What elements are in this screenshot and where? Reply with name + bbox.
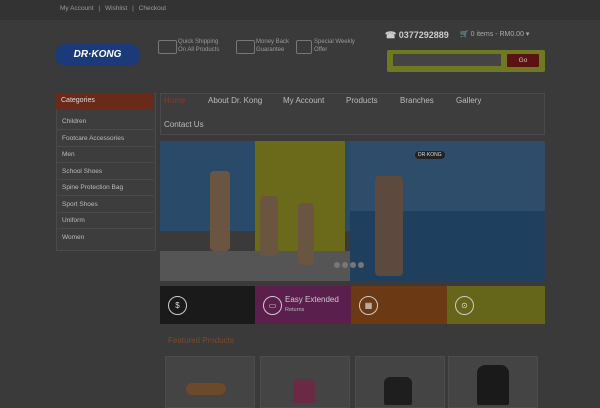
- calendar-icon: ▦: [359, 296, 378, 315]
- tile-subtitle: Returns: [285, 307, 305, 313]
- wishlist-link[interactable]: Wishlist: [105, 5, 127, 12]
- search-input[interactable]: [393, 54, 501, 66]
- nav-home[interactable]: Home: [164, 96, 185, 105]
- product-card-pink-bag[interactable]: [260, 356, 350, 408]
- slider-dot[interactable]: [350, 262, 356, 268]
- category-men[interactable]: Men: [56, 147, 154, 163]
- nav-products[interactable]: Products: [346, 96, 378, 105]
- nav-about[interactable]: About Dr. Kong: [208, 96, 262, 105]
- support-icon: ⊙: [455, 296, 474, 315]
- cart-summary[interactable]: 🛒 0 items - RM0.00 ▾: [460, 30, 529, 38]
- promo-tile-support[interactable]: ⊙: [447, 286, 545, 324]
- category-sport-shoes[interactable]: Sport Shoes: [56, 197, 154, 213]
- nav-branches[interactable]: Branches: [400, 96, 434, 105]
- categories-heading: Categories: [56, 93, 154, 109]
- money-icon: [236, 40, 255, 54]
- nav-my-account[interactable]: My Account: [283, 96, 324, 105]
- product-image: [186, 383, 226, 395]
- banner-woman-figure: [375, 176, 403, 276]
- gift-icon: [296, 40, 312, 54]
- product-image: [384, 377, 412, 405]
- site-logo[interactable]: DR·KONG: [55, 44, 140, 66]
- nav-contact-us[interactable]: Contact Us: [164, 120, 204, 129]
- slider-dot[interactable]: [358, 262, 364, 268]
- slider-dot[interactable]: [342, 262, 348, 268]
- feature-shipping-text: Quick Shipping On All Products: [178, 39, 220, 53]
- cart-text: 0 items - RM0.00: [470, 31, 524, 38]
- dollar-icon: $: [168, 296, 187, 315]
- phone-text: 0377292889: [398, 30, 449, 40]
- category-children[interactable]: Children: [56, 114, 154, 130]
- return-icon: ▭: [263, 296, 282, 315]
- product-image: [293, 379, 315, 403]
- banner-child-figure: [210, 171, 230, 251]
- banner-child-figure: [260, 196, 278, 256]
- category-women[interactable]: Women: [56, 230, 154, 246]
- chevron-down-icon: ▾: [525, 31, 530, 38]
- my-account-link[interactable]: My Account: [60, 5, 94, 12]
- slider-dot[interactable]: [334, 262, 340, 268]
- category-spine-protection-bag[interactable]: Spine Protection Bag: [56, 180, 154, 196]
- search-go-button[interactable]: Go: [507, 54, 539, 67]
- category-uniform[interactable]: Uniform: [56, 213, 154, 229]
- banner-brand-badge: DR·KONG: [415, 151, 445, 159]
- banner-bench: [160, 251, 350, 281]
- slider-dots: [334, 262, 366, 270]
- phone-number: ☎ 0377292889: [385, 30, 449, 41]
- hero-banner[interactable]: DR·KONG: [160, 141, 545, 281]
- separator: |: [98, 5, 101, 12]
- product-card-black-bag[interactable]: [355, 356, 445, 408]
- cart-icon: 🛒: [460, 31, 469, 38]
- tile-title: Easy Extended: [285, 295, 339, 304]
- promo-tile-returns[interactable]: ▭ Easy Extended Returns: [255, 286, 351, 324]
- product-card-dotted-backpack[interactable]: [448, 356, 538, 408]
- featured-products-title: Featured Products: [168, 336, 234, 345]
- top-links: My Account | Wishlist | Checkout: [60, 5, 169, 12]
- checkout-link[interactable]: Checkout: [139, 5, 166, 12]
- promo-tile-secure-payment[interactable]: $: [160, 286, 255, 324]
- banner-child-figure: [298, 203, 314, 265]
- separator: |: [132, 5, 134, 12]
- promo-tile-calendar[interactable]: ▦: [351, 286, 447, 324]
- product-image: [477, 365, 509, 405]
- feature-offer-text: Special Weekly Offer: [314, 39, 355, 53]
- nav-gallery[interactable]: Gallery: [456, 96, 481, 105]
- truck-icon: [158, 40, 177, 54]
- phone-icon: ☎: [385, 30, 397, 40]
- category-footcare-accessories[interactable]: Footcare Accessories: [56, 131, 154, 147]
- category-school-shoes[interactable]: School Shoes: [56, 164, 154, 180]
- product-card-sandal[interactable]: [165, 356, 255, 408]
